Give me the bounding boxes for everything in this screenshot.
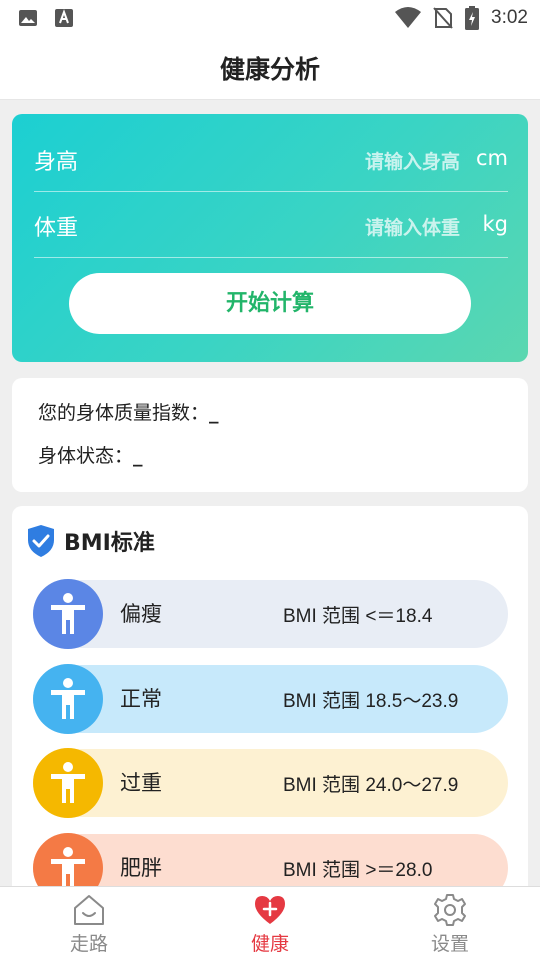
- bmi-calculator-card: 身高 cm 体重 kg 开始计算: [12, 114, 528, 362]
- overweight-label: 过重: [120, 771, 162, 795]
- weight-input[interactable]: [310, 214, 460, 242]
- bmi-standard-card: BMI标准 偏瘦 BMI 范围 <＝18.4 正常 BMI 范围 18.5～23…: [12, 506, 528, 896]
- height-input[interactable]: [310, 148, 460, 176]
- person-icon: [51, 593, 85, 634]
- height-label: 身高: [34, 150, 79, 175]
- weight-label: 体重: [34, 216, 79, 241]
- body-status-line: 身体状态：_: [38, 441, 143, 468]
- obese-label: 肥胖: [120, 856, 162, 880]
- bmi-standard-header: BMI标准: [26, 524, 155, 558]
- underweight-label: 偏瘦: [120, 602, 162, 626]
- nav-label-walk: 走路: [69, 933, 108, 955]
- battery-charging-icon: [465, 6, 480, 30]
- nav-item-health[interactable]: 健康: [220, 891, 320, 957]
- overweight-badge: [33, 748, 103, 818]
- shield-check-icon: [28, 525, 54, 557]
- bmi-result-label: 您的身体质量指数：: [38, 402, 210, 424]
- bmi-standard-title: BMI标准: [64, 531, 155, 556]
- normal-badge: [33, 664, 103, 734]
- bmi-result-line: 您的身体质量指数：_: [38, 398, 219, 425]
- bmi-row-overweight: 过重 BMI 范围 24.0～27.9: [33, 748, 508, 818]
- person-icon: [51, 847, 85, 888]
- bmi-result-value: _: [209, 402, 219, 424]
- status-bar: 3:02: [0, 0, 540, 36]
- bottom-nav: 走路 健康 设置: [0, 886, 540, 960]
- normal-range: BMI 范围 18.5～23.9: [283, 691, 459, 712]
- nav-label-settings: 设置: [430, 933, 469, 955]
- image-icon: [19, 10, 37, 26]
- underweight-badge: [33, 579, 103, 649]
- app-header: 健康分析: [0, 36, 540, 100]
- text-a-icon: [55, 9, 73, 27]
- obese-range: BMI 范围 >＝28.0: [283, 860, 433, 881]
- start-calculate-button[interactable]: 开始计算: [69, 273, 471, 334]
- overweight-range: BMI 范围 24.0～27.9: [283, 775, 459, 796]
- no-sim-icon: [433, 7, 453, 29]
- height-row: 身高 cm: [34, 126, 508, 192]
- weight-unit: kg: [482, 212, 509, 236]
- wifi-icon: [395, 7, 422, 28]
- bmi-result-card: 您的身体质量指数：_ 身体状态：_: [12, 378, 528, 492]
- body-status-value: _: [133, 445, 143, 467]
- page-title: 健康分析: [219, 55, 320, 84]
- body-status-label: 身体状态：: [38, 445, 134, 467]
- person-icon: [51, 762, 85, 803]
- status-time: 3:02: [491, 7, 528, 28]
- weight-row: 体重 kg: [34, 192, 508, 258]
- height-unit: cm: [475, 146, 508, 170]
- person-icon: [51, 678, 85, 719]
- normal-label: 正常: [120, 687, 162, 711]
- gear-icon: [434, 894, 466, 926]
- nav-item-settings[interactable]: 设置: [400, 891, 500, 957]
- nav-label-health: 健康: [250, 933, 289, 955]
- home-smile-icon: [74, 895, 104, 925]
- nav-item-walk[interactable]: 走路: [39, 891, 139, 957]
- underweight-range: BMI 范围 <＝18.4: [283, 606, 433, 627]
- heart-plus-icon: [255, 896, 285, 924]
- bmi-row-normal: 正常 BMI 范围 18.5～23.9: [33, 664, 508, 734]
- bmi-row-underweight: 偏瘦 BMI 范围 <＝18.4: [33, 579, 508, 649]
